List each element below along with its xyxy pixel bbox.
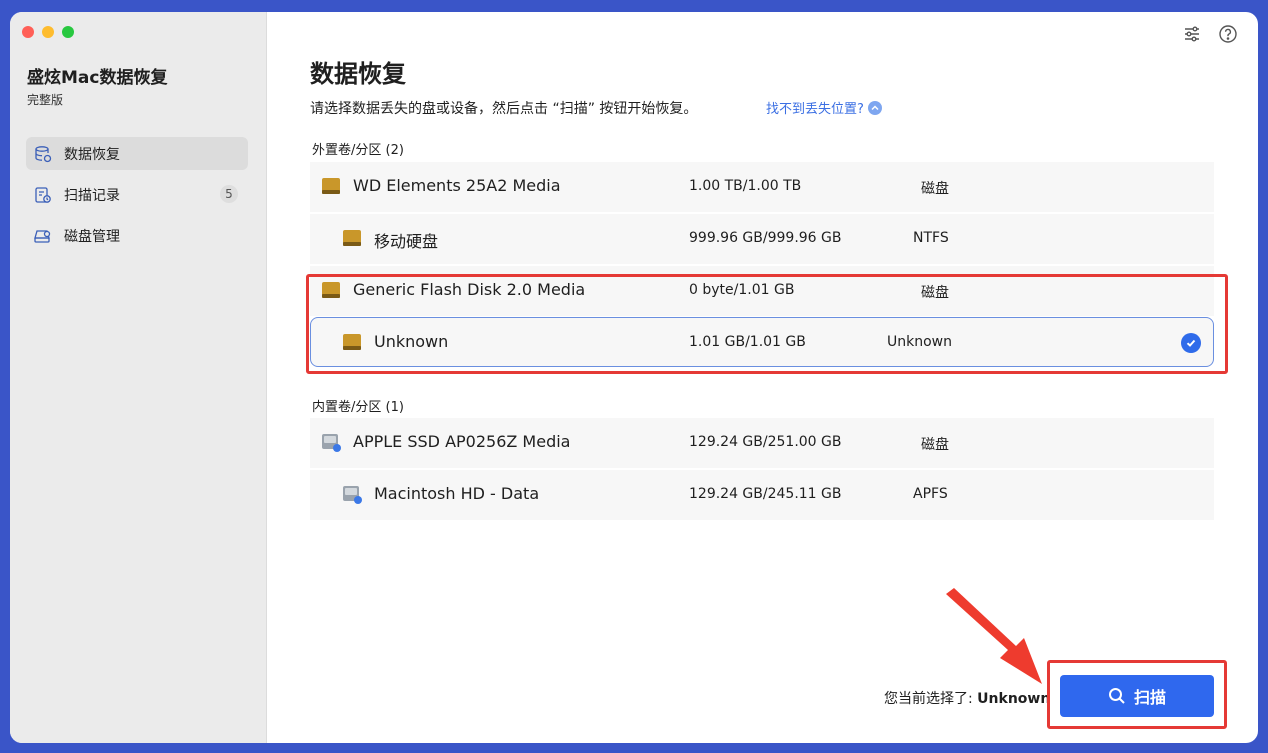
device-type: 磁盘 bbox=[921, 285, 949, 301]
cant-find-location-link[interactable]: 找不到丢失位置? bbox=[766, 98, 882, 117]
selection-value: Unknown bbox=[977, 691, 1051, 707]
selected-check-icon bbox=[1181, 333, 1201, 353]
device-size: 129.24 GB/251.00 GB bbox=[689, 434, 842, 450]
partition-name: Unknown bbox=[374, 332, 449, 351]
app-title: 盛炫Mac数据恢复 bbox=[27, 68, 168, 88]
app-edition: 完整版 bbox=[27, 93, 64, 107]
device-name: WD Elements 25A2 Media bbox=[353, 176, 561, 195]
zoom-window-button[interactable] bbox=[62, 26, 74, 38]
page-title: 数据恢复 bbox=[310, 60, 406, 88]
internal-drive-icon bbox=[322, 434, 341, 452]
device-row-apple-ssd[interactable]: APPLE SSD AP0256Z Media 129.24 GB/251.00… bbox=[310, 418, 1214, 468]
partition-row-mobile-disk[interactable]: 移动硬盘 999.96 GB/999.96 GB NTFS bbox=[310, 214, 1214, 264]
search-icon bbox=[1108, 688, 1125, 704]
sidebar-nav: 数据恢复 扫描记录 5 磁盘管理 bbox=[26, 137, 248, 260]
help-link-label: 找不到丢失位置? bbox=[766, 102, 864, 117]
scan-button[interactable]: 扫描 bbox=[1060, 675, 1214, 717]
partition-type: NTFS bbox=[913, 230, 949, 246]
scan-count-badge: 5 bbox=[220, 185, 238, 203]
external-drive-icon bbox=[343, 334, 361, 350]
close-window-button[interactable] bbox=[22, 26, 34, 38]
sidebar: 盛炫Mac数据恢复 完整版 数据恢复 扫描记录 5 磁盘管理 bbox=[10, 12, 267, 743]
external-drive-icon bbox=[322, 282, 340, 298]
partition-row-unknown[interactable]: Unknown 1.01 GB/1.01 GB Unknown bbox=[310, 317, 1214, 367]
device-type: 磁盘 bbox=[921, 181, 949, 197]
device-name: APPLE SSD AP0256Z Media bbox=[353, 432, 571, 451]
annotation-arrow bbox=[946, 588, 1042, 684]
scan-button-label: 扫描 bbox=[1133, 688, 1166, 707]
device-type: 磁盘 bbox=[921, 437, 949, 453]
chevron-up-icon bbox=[867, 100, 882, 115]
partition-size: 1.01 GB/1.01 GB bbox=[689, 334, 806, 350]
sidebar-item-label: 磁盘管理 bbox=[64, 228, 120, 245]
sidebar-item-label: 扫描记录 bbox=[64, 187, 120, 204]
main-panel: 数据恢复 请选择数据丢失的盘或设备，然后点击 “扫描” 按钮开始恢复。 找不到丢… bbox=[266, 12, 1258, 743]
device-size: 0 byte/1.01 GB bbox=[689, 282, 795, 298]
sidebar-item-disk-management[interactable]: 磁盘管理 bbox=[26, 219, 248, 252]
minimize-window-button[interactable] bbox=[42, 26, 54, 38]
partition-size: 999.96 GB/999.96 GB bbox=[689, 230, 842, 246]
sidebar-item-data-recovery[interactable]: 数据恢复 bbox=[26, 137, 248, 170]
partition-size: 129.24 GB/245.11 GB bbox=[689, 486, 842, 502]
device-row-wd-elements[interactable]: WD Elements 25A2 Media 1.00 TB/1.00 TB 磁… bbox=[310, 162, 1214, 212]
device-row-generic-flash[interactable]: Generic Flash Disk 2.0 Media 0 byte/1.01… bbox=[310, 266, 1214, 316]
sidebar-item-label: 数据恢复 bbox=[64, 146, 120, 163]
partition-type: Unknown bbox=[887, 334, 952, 350]
database-icon bbox=[34, 145, 52, 163]
disk-manage-icon bbox=[34, 227, 52, 245]
partition-row-macintosh-hd[interactable]: Macintosh HD - Data 129.24 GB/245.11 GB … bbox=[310, 470, 1214, 520]
external-section-label: 外置卷/分区 (2) bbox=[312, 143, 404, 158]
selection-prefix: 您当前选择了: bbox=[884, 691, 978, 707]
external-drive-icon bbox=[322, 178, 340, 194]
external-drive-icon bbox=[343, 230, 361, 246]
scan-history-icon bbox=[34, 186, 52, 204]
sidebar-item-scan-history[interactable]: 扫描记录 5 bbox=[26, 178, 248, 211]
current-selection-text: 您当前选择了: Unknown bbox=[884, 688, 1050, 708]
window-controls bbox=[22, 26, 74, 38]
device-name: Generic Flash Disk 2.0 Media bbox=[353, 280, 586, 299]
device-size: 1.00 TB/1.00 TB bbox=[689, 178, 802, 194]
internal-section-label: 内置卷/分区 (1) bbox=[312, 400, 404, 415]
page-subtitle: 请选择数据丢失的盘或设备，然后点击 “扫描” 按钮开始恢复。 bbox=[310, 101, 698, 117]
partition-name: 移动硬盘 bbox=[374, 232, 439, 251]
partition-name: Macintosh HD - Data bbox=[374, 484, 540, 503]
partition-type: APFS bbox=[913, 486, 948, 502]
internal-drive-icon bbox=[343, 486, 362, 504]
app-window: 盛炫Mac数据恢复 完整版 数据恢复 扫描记录 5 磁盘管理 数据恢复 请选择数… bbox=[10, 12, 1258, 743]
